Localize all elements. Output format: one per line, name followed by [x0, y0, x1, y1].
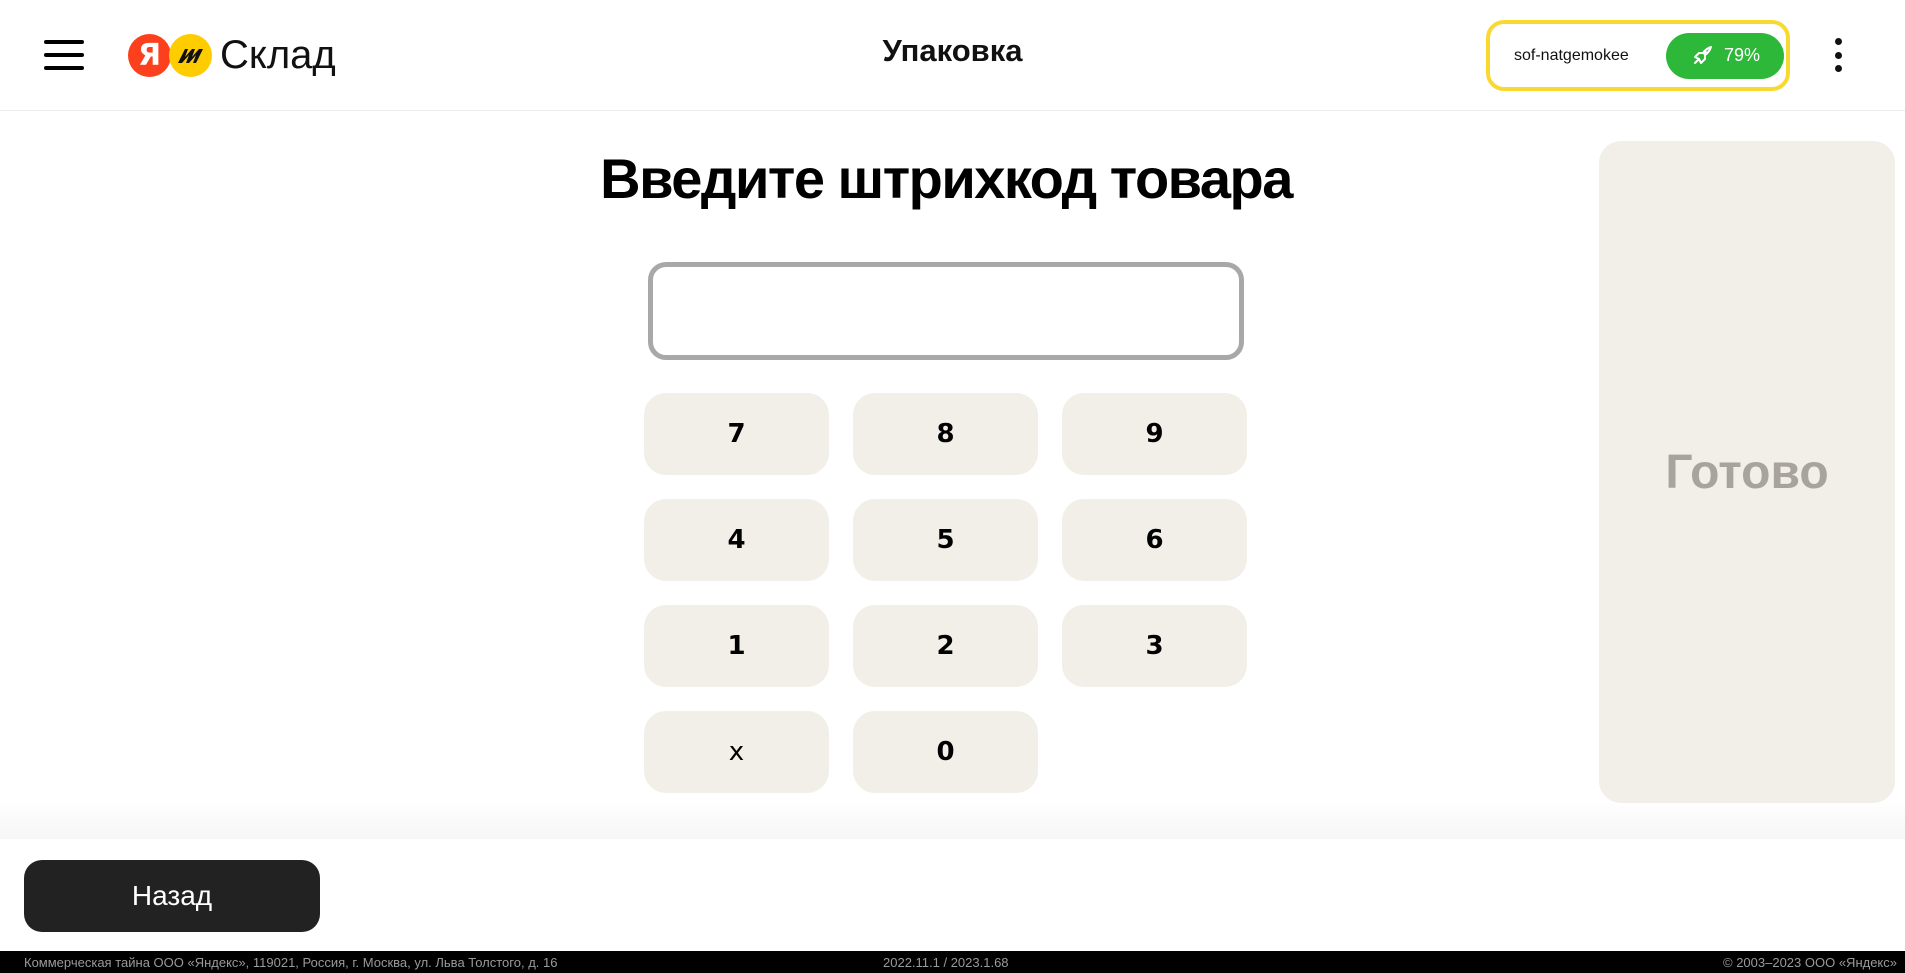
key-7[interactable]: 7 [644, 393, 829, 475]
user-name: sof-natgemokee [1514, 46, 1629, 64]
market-logo-icon [169, 33, 212, 77]
rocket-icon [1693, 45, 1712, 64]
logo-text: Склад [220, 32, 336, 77]
progress-value: 79% [1723, 45, 1761, 65]
key-1[interactable]: 1 [644, 605, 829, 687]
barcode-input[interactable] [648, 262, 1244, 360]
key-3[interactable]: 3 [1062, 605, 1247, 687]
key-4[interactable]: 4 [644, 499, 829, 581]
key-5[interactable]: 5 [853, 499, 1038, 581]
footer-version: 2022.11.1 / 2023.1.68 [883, 955, 1009, 970]
done-button[interactable]: Готово [1599, 141, 1895, 803]
app-logo: Я Склад [128, 33, 336, 77]
footer: Коммерческая тайна ООО «Яндекс», 119021,… [0, 951, 1905, 973]
key-8[interactable]: 8 [853, 393, 1038, 475]
app-header: Я Склад Упаковка sof-natgemokee 79% [0, 0, 1905, 111]
back-button[interactable]: Назад [24, 860, 320, 932]
footer-copyright: © 2003–2023 ООО «Яндекс» [1723, 955, 1897, 970]
key-clear[interactable]: x [644, 711, 829, 793]
bottom-shadow [0, 800, 1905, 840]
key-2[interactable]: 2 [853, 605, 1038, 687]
key-9[interactable]: 9 [1062, 393, 1247, 475]
footer-legal: Коммерческая тайна ООО «Яндекс», 119021,… [24, 955, 558, 970]
progress-badge[interactable]: 79% [1666, 32, 1784, 79]
menu-icon[interactable] [44, 40, 84, 70]
user-badge[interactable]: sof-natgemokee 79% [1486, 20, 1790, 91]
more-vertical-icon[interactable] [1830, 38, 1846, 72]
key-0[interactable]: 0 [853, 711, 1038, 793]
key-6[interactable]: 6 [1062, 499, 1247, 581]
yandex-logo-icon: Я [128, 33, 171, 77]
